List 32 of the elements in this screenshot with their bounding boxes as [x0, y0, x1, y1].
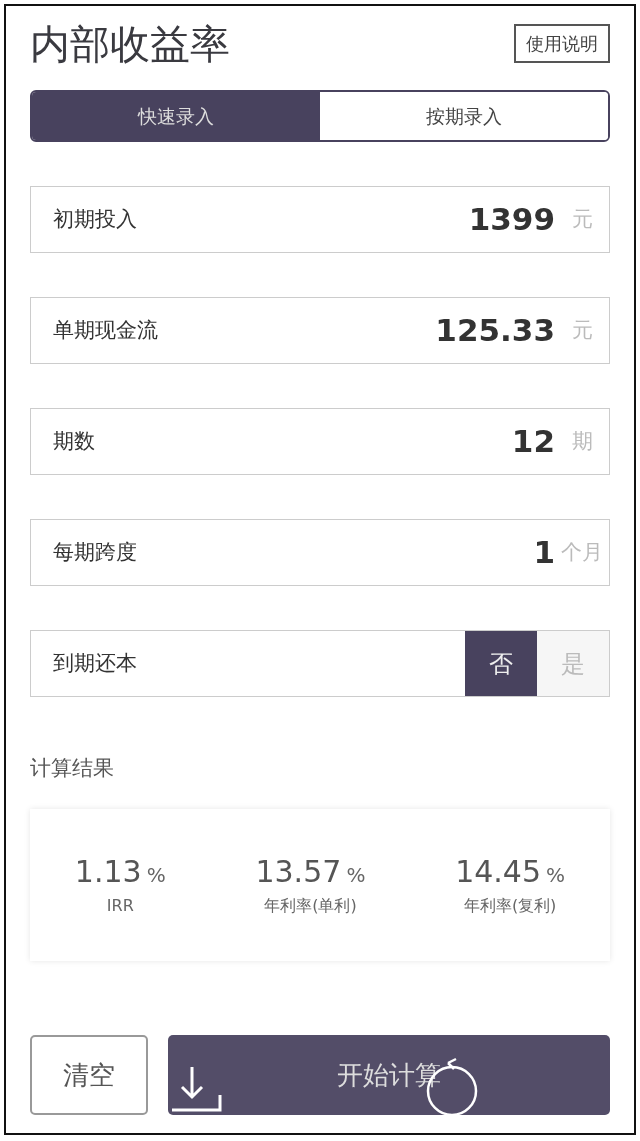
- field-label: 到期还本: [52, 649, 138, 677]
- unit-label: 期: [570, 427, 594, 455]
- field-label: 初期投入: [52, 205, 138, 233]
- help-button[interactable]: 使用说明: [514, 24, 610, 63]
- input-field[interactable]: 期数 12 期: [30, 408, 610, 475]
- field-label: 期数: [52, 427, 96, 455]
- tab[interactable]: 快速录入: [32, 92, 320, 140]
- input-field[interactable]: 单期现金流 125.33 元: [30, 297, 610, 364]
- result-label: IRR: [105, 894, 135, 917]
- unit-label: %: [346, 862, 366, 887]
- field-value: 1: [533, 533, 555, 573]
- field-value: 125.33: [435, 311, 555, 351]
- input-field[interactable]: 每期跨度 1 个月: [30, 519, 610, 586]
- page-title: 内部收益率: [30, 24, 230, 64]
- field-label: 单期现金流: [52, 316, 159, 344]
- field-label: 每期跨度: [52, 538, 138, 566]
- unit-label: 个月: [560, 538, 604, 566]
- field-value: 1399: [468, 200, 555, 240]
- input-field[interactable]: 初期投入 1399 元: [30, 186, 610, 253]
- field-value: 12: [511, 422, 555, 462]
- section-heading: 计算结果: [30, 755, 115, 782]
- unit-label: 元: [570, 316, 594, 344]
- unit-label: 元: [570, 205, 594, 233]
- result-value: 13.57: [255, 853, 342, 889]
- unit-label: %: [146, 862, 166, 887]
- result-value: 1.13: [74, 853, 142, 889]
- toggle-option[interactable]: 否: [465, 631, 537, 696]
- result-label: 年利率(复利): [462, 894, 558, 917]
- result-value: 14.45: [455, 853, 541, 889]
- clear-button[interactable]: 清空: [30, 1035, 148, 1115]
- unit-label: %: [546, 862, 566, 887]
- result-label: 年利率(单利): [263, 894, 358, 917]
